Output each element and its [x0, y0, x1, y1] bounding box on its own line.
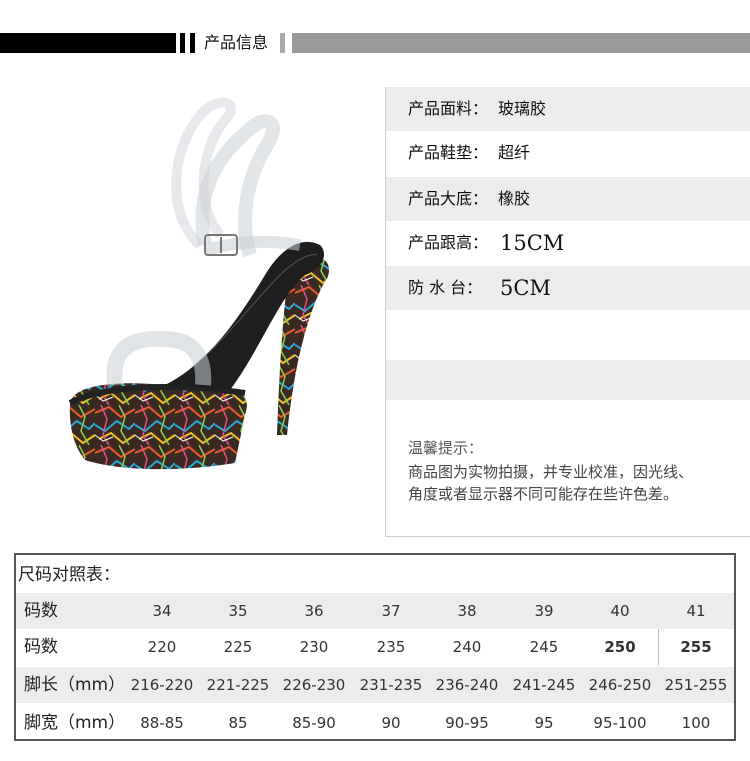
- table-cell: 251-255: [664, 676, 728, 694]
- row-header: 码数: [24, 637, 58, 657]
- cell-divider: [658, 629, 659, 665]
- table-cell: 85: [228, 714, 248, 732]
- info-row-insole: 产品鞋垫： 超纤: [386, 131, 750, 175]
- header-black-bar: [0, 33, 176, 53]
- table-cell: 246-250: [588, 676, 652, 694]
- table-cell: 88-85: [140, 714, 184, 732]
- table-cell: 90-95: [445, 714, 489, 732]
- table-row: 码数 220 225 230 235 240 245 250 255: [16, 629, 734, 665]
- table-cell: 95-100: [593, 714, 647, 732]
- info-row-platform: 防 水 台： 5CM: [386, 266, 750, 310]
- table-cell: 220: [147, 638, 177, 656]
- table-cell: 231-235: [359, 676, 423, 694]
- section-title: 产品信息: [204, 33, 269, 52]
- info-label: 产品面料：: [408, 99, 489, 118]
- info-row-empty: [386, 310, 750, 360]
- table-cell: 225: [223, 638, 253, 656]
- table-cell: 39: [534, 602, 554, 620]
- table-cell: 40: [610, 602, 630, 620]
- table-cell: 241-245: [512, 676, 576, 694]
- table-cell: 236-240: [435, 676, 499, 694]
- info-label: 产品大底：: [408, 189, 489, 208]
- header-divider: [180, 33, 185, 53]
- info-label: 防 水 台：: [408, 278, 483, 297]
- info-value: 橡胶: [498, 189, 531, 208]
- info-row-heel-height: 产品跟高： 15CM: [386, 221, 750, 265]
- table-cell: 38: [457, 602, 477, 620]
- table-cell: 100: [681, 714, 711, 732]
- table-row: 脚长（mm） 216-220 221-225 226-230 231-235 2…: [16, 667, 734, 703]
- info-value: 玻璃胶: [498, 99, 547, 118]
- table-cell: 240: [452, 638, 482, 656]
- table-cell: 250: [604, 638, 636, 656]
- table-cell: 35: [228, 602, 248, 620]
- table-cell: 221-225: [206, 676, 270, 694]
- info-value: 5CM: [500, 276, 551, 300]
- info-row-material: 产品面料： 玻璃胶: [386, 87, 750, 131]
- header-divider: [280, 33, 285, 53]
- table-cell: 245: [529, 638, 559, 656]
- info-panel-border: [385, 536, 750, 537]
- tip-text: 角度或者显示器不同可能存在些许色差。: [408, 485, 679, 503]
- table-cell: 226-230: [282, 676, 346, 694]
- info-value: 超纤: [498, 143, 531, 162]
- table-cell: 85-90: [292, 714, 336, 732]
- info-row-sole: 产品大底： 橡胶: [386, 177, 750, 221]
- table-row: 码数 34 35 36 37 38 39 40 41: [16, 593, 734, 629]
- table-cell: 95: [534, 714, 554, 732]
- info-label: 产品鞋垫：: [408, 143, 489, 162]
- table-cell: 255: [680, 638, 712, 656]
- tip-title: 温馨提示：: [408, 439, 484, 457]
- table-cell: 235: [376, 638, 406, 656]
- table-row: 脚宽（mm） 88-85 85 85-90 90 90-95 95 95-100…: [16, 705, 734, 741]
- info-value: 15CM: [500, 231, 565, 255]
- header-divider: [190, 33, 195, 53]
- table-cell: 90: [381, 714, 401, 732]
- table-cell: 216-220: [130, 676, 194, 694]
- table-cell: 36: [304, 602, 324, 620]
- table-cell: 34: [152, 602, 172, 620]
- tip-text: 商品图为实物拍摄，并专业校准，因光线、: [408, 463, 694, 481]
- table-cell: 41: [686, 602, 706, 620]
- info-label: 产品跟高：: [408, 233, 489, 252]
- size-table-title: 尺码对照表：: [18, 565, 120, 585]
- table-cell: 230: [299, 638, 329, 656]
- product-image: [68, 97, 330, 470]
- row-header: 脚长（mm）: [24, 675, 126, 695]
- header-gray-bar: [292, 33, 750, 53]
- info-row-empty: [386, 360, 750, 400]
- table-cell: 37: [381, 602, 401, 620]
- row-header: 脚宽（mm）: [24, 713, 126, 733]
- row-header: 码数: [24, 601, 58, 621]
